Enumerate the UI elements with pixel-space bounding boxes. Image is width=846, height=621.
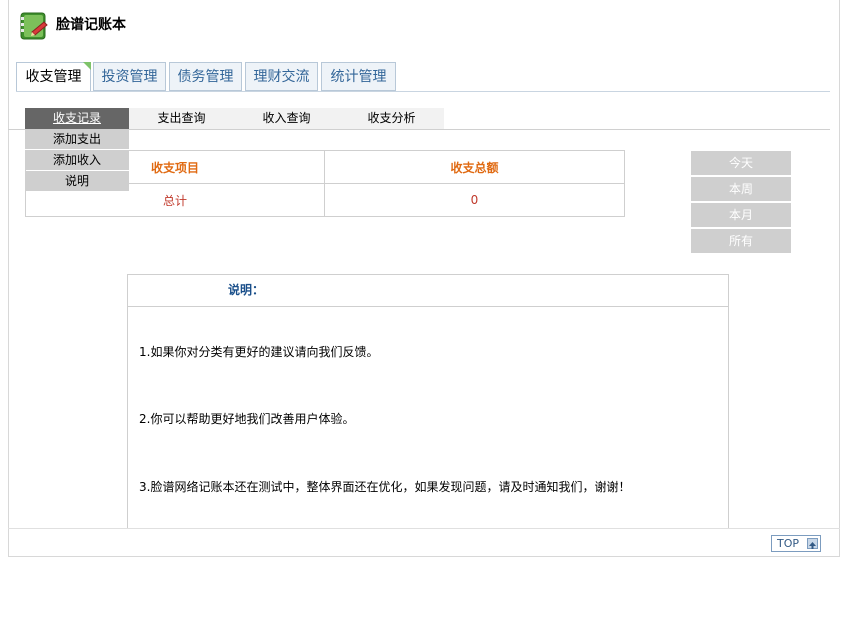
- period-week-button[interactable]: 本周: [691, 177, 791, 201]
- tab-corner-marker: [83, 62, 91, 70]
- back-to-top-button[interactable]: TOP: [771, 535, 821, 552]
- tab-statistics[interactable]: 统计管理: [321, 62, 396, 91]
- records-dropdown: 添加支出 添加收入 说明: [25, 129, 129, 192]
- notes-panel: 说明： 1.如果你对分类有更好的建议请向我们反馈。 2.你可以帮助更好地我们改善…: [127, 274, 729, 529]
- tab-income-expense[interactable]: 收支管理: [16, 62, 91, 92]
- subtabs-divider: [8, 129, 830, 130]
- tab-label: 理财交流: [253, 69, 310, 85]
- tab-label: 债务管理: [177, 69, 234, 85]
- note-line: 2.你可以帮助更好地我们改善用户体验。: [139, 412, 355, 426]
- column-header-total: 收支总额: [324, 150, 625, 184]
- tab-finance-exchange[interactable]: 理财交流: [245, 62, 318, 91]
- menu-item-help[interactable]: 说明: [25, 171, 129, 191]
- footer-divider: [8, 528, 840, 529]
- period-month-button[interactable]: 本月: [691, 203, 791, 227]
- tab-investment[interactable]: 投资管理: [93, 62, 166, 91]
- app-title: 脸谱记账本: [56, 17, 126, 33]
- arrow-up-icon: [807, 538, 818, 549]
- tab-label: 收支管理: [25, 69, 82, 85]
- tabs-divider: [16, 91, 830, 92]
- menu-item-add-expense[interactable]: 添加支出: [25, 129, 129, 149]
- subtab-expense-query[interactable]: 支出查询: [129, 108, 234, 129]
- subtab-records[interactable]: 收支记录: [25, 108, 129, 129]
- notes-title: 说明：: [128, 275, 728, 307]
- tab-label: 统计管理: [330, 69, 387, 85]
- period-filter: 今天 本周 本月 所有: [691, 151, 791, 255]
- period-all-button[interactable]: 所有: [691, 229, 791, 253]
- menu-item-add-income[interactable]: 添加收入: [25, 150, 129, 170]
- cell-total-value: 0: [324, 183, 625, 217]
- subtab-analysis[interactable]: 收支分析: [339, 108, 444, 129]
- top-label: TOP: [777, 537, 800, 550]
- subtab-income-query[interactable]: 收入查询: [234, 108, 339, 129]
- notebook-icon: [18, 10, 50, 42]
- tab-debt[interactable]: 债务管理: [169, 62, 242, 91]
- tab-label: 投资管理: [101, 69, 158, 85]
- note-line: 3.脸谱网络记账本还在测试中，整体界面还在优化，如果发现问题，请及时通知我们，谢…: [139, 480, 631, 494]
- period-today-button[interactable]: 今天: [691, 151, 791, 175]
- note-line: 1.如果你对分类有更好的建议请向我们反馈。: [139, 345, 379, 359]
